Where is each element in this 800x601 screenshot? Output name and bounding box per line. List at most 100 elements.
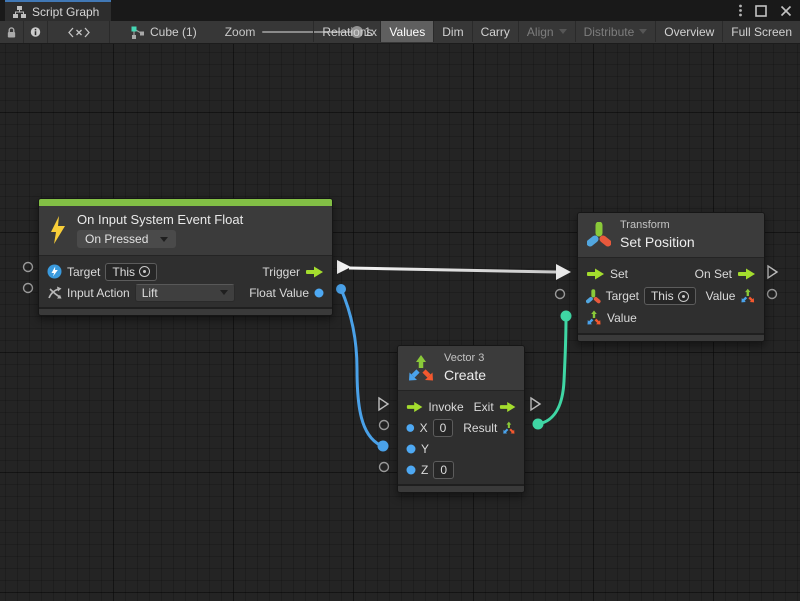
lightning-bolt-icon	[48, 215, 68, 245]
result-label: Result	[463, 421, 497, 435]
transform-target-field[interactable]: This	[644, 287, 696, 305]
graph-target-button[interactable]: Cube (1)	[124, 21, 203, 43]
menu-kebab-icon[interactable]	[739, 4, 742, 17]
result-output-port-connected[interactable]	[533, 419, 544, 430]
distribute-button[interactable]: Distribute	[575, 21, 656, 42]
tab-bar: Script Graph	[0, 0, 800, 21]
event-inputaction-input-port[interactable]	[24, 284, 33, 293]
target-label: Target	[67, 265, 100, 279]
graph-node-icon	[130, 25, 145, 40]
vector3-node-header[interactable]: Vector 3 Create	[398, 346, 524, 391]
transform-icon	[587, 222, 611, 248]
invoke-input-port[interactable]	[379, 398, 388, 410]
z-value: 0	[440, 463, 447, 477]
y-input-port-connected[interactable]	[378, 441, 389, 452]
distribute-label: Distribute	[584, 25, 635, 39]
input-action-label: Input Action	[67, 286, 130, 300]
transform-value-row: Value	[578, 307, 764, 329]
wire-result-to-value[interactable]	[538, 318, 566, 424]
event-target-row: Target This Trigger	[39, 261, 332, 282]
transform-target-input-port[interactable]	[556, 290, 565, 299]
node-transform-set-position[interactable]: Transform Set Position Set On Set	[577, 212, 765, 342]
z-input-port[interactable]	[380, 463, 389, 472]
lock-button[interactable]	[0, 21, 24, 43]
trigger-output-port[interactable]	[337, 260, 351, 274]
script-graph-window: Script Graph	[0, 0, 800, 601]
event-node-title: On Input System Event Float	[77, 212, 243, 227]
wire-trigger-to-set[interactable]	[349, 268, 556, 272]
onset-output-port[interactable]	[768, 266, 777, 278]
fullscreen-button[interactable]: Full Screen	[722, 21, 800, 42]
input-action-dropdown[interactable]: Lift	[135, 284, 235, 302]
x-label: X	[420, 421, 428, 435]
vector3-z-row: Z 0	[398, 459, 524, 480]
event-unit-icon	[47, 264, 62, 279]
values-button[interactable]: Values	[380, 21, 433, 42]
flow-arrow-icon	[586, 268, 605, 280]
close-icon[interactable]	[780, 5, 792, 17]
align-button[interactable]: Align	[518, 21, 575, 42]
node-on-input-system-event-float[interactable]: On Input System Event Float On Pressed T…	[38, 198, 333, 316]
flow-arrow-icon	[406, 401, 423, 413]
vector3-node-body: Invoke Exit X 0 Result	[398, 391, 524, 484]
chevron-down-icon	[559, 29, 567, 34]
node-vector3-create[interactable]: Vector 3 Create Invoke Exit	[397, 345, 525, 493]
transform-set-row: Set On Set	[578, 263, 764, 285]
vector3-y-row: Y	[398, 438, 524, 459]
wire-floatvalue-to-y[interactable]	[341, 289, 380, 445]
vector3-icon	[407, 353, 435, 383]
event-node-header[interactable]: On Input System Event Float On Pressed	[39, 206, 332, 256]
value-dot-icon	[406, 444, 416, 454]
y-label: Y	[421, 442, 429, 456]
transform-node-header[interactable]: Transform Set Position	[578, 213, 764, 258]
transform-value-output-port[interactable]	[768, 290, 777, 299]
float-value-label: Float Value	[249, 286, 309, 300]
maximize-icon[interactable]	[755, 5, 767, 17]
flow-arrow-icon	[499, 401, 516, 413]
target-object-field[interactable]: This	[105, 263, 157, 281]
event-node-body: Target This Trigger	[39, 256, 332, 307]
set-input-arrowhead	[556, 264, 571, 280]
script-graph-icon	[12, 5, 27, 19]
vector3-mini-icon	[740, 288, 756, 304]
carry-button[interactable]: Carry	[472, 21, 518, 42]
relations-button[interactable]: Relations	[313, 21, 380, 42]
chevron-down-icon	[160, 237, 168, 242]
float-value-output-port[interactable]	[336, 284, 346, 294]
flow-arrow-icon	[737, 268, 756, 280]
dim-button[interactable]: Dim	[433, 21, 471, 42]
event-mode-dropdown[interactable]: On Pressed	[77, 230, 176, 248]
object-picker-icon[interactable]	[139, 266, 150, 277]
input-action-icon	[47, 286, 62, 300]
vector3-node-category: Vector 3	[444, 352, 486, 364]
tab-title: Script Graph	[32, 5, 99, 19]
overview-button[interactable]: Overview	[655, 21, 722, 42]
vector3-node-footer[interactable]	[398, 484, 524, 492]
transform-node-category: Transform	[620, 219, 695, 231]
toolbar-right-group: Relations Values Dim Carry Align Distrib…	[313, 21, 800, 42]
transform-target-label: Target	[606, 289, 639, 303]
value-dot-icon	[406, 423, 415, 433]
code-view-button[interactable]	[48, 21, 110, 43]
value-input-port-connected[interactable]	[561, 311, 572, 322]
set-label: Set	[610, 267, 628, 281]
vector3-x-row: X 0 Result	[398, 417, 524, 438]
info-button[interactable]	[24, 21, 48, 43]
x-input-port[interactable]	[380, 421, 389, 430]
tab-script-graph[interactable]: Script Graph	[5, 0, 111, 21]
event-target-input-port[interactable]	[24, 263, 33, 272]
event-mode-value: On Pressed	[85, 232, 148, 246]
transform-mini-icon	[586, 289, 601, 304]
object-picker-icon[interactable]	[678, 291, 689, 302]
align-label: Align	[527, 25, 554, 39]
exit-output-port[interactable]	[531, 398, 540, 410]
x-value: 0	[440, 421, 447, 435]
z-value-field[interactable]: 0	[433, 461, 454, 479]
value-dot-icon	[406, 465, 416, 475]
flow-arrow-icon	[305, 266, 324, 278]
x-value-field[interactable]: 0	[433, 419, 454, 437]
event-node-footer[interactable]	[39, 307, 332, 315]
transform-node-footer[interactable]	[578, 333, 764, 341]
graph-canvas[interactable]: On Input System Event Float On Pressed T…	[0, 44, 800, 601]
event-inputaction-row: Input Action Lift Float Value	[39, 282, 332, 303]
